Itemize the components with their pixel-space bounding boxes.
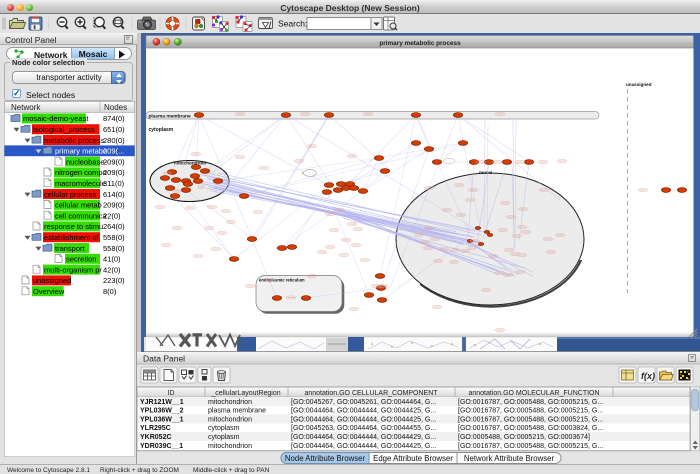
svg-text:Overview: Overview	[33, 287, 65, 296]
svg-text:YPL036W__1: YPL036W__1	[140, 416, 184, 423]
svg-text:[GO:0005488, GO:0005215, GO:00: [GO:0005488, GO:0005215, GO:0003674]	[458, 434, 590, 441]
svg-text:Node Attribute Browser: Node Attribute Browser	[285, 454, 366, 463]
svg-text:223(0): 223(0)	[103, 276, 125, 285]
svg-text:metabolic process: metabolic process	[44, 136, 105, 145]
svg-text:209(...: 209(...	[103, 147, 124, 156]
svg-text:transport: transport	[55, 244, 86, 253]
svg-text:[GO:0044464, GO:0044444, GO:00: [GO:0044464, GO:0044444, GO:0044425, G..…	[291, 443, 436, 450]
svg-text:41(0): 41(0)	[103, 255, 121, 264]
svg-text:[GO:0044464, GO:0044444, GO:00: [GO:0044464, GO:0044444, GO:0044425, G..…	[291, 408, 436, 415]
svg-text:Data Panel: Data Panel	[143, 354, 185, 364]
svg-text:f(x): f(x)	[641, 371, 655, 381]
svg-text:Search:: Search:	[278, 19, 307, 29]
svg-text:209(0): 209(0)	[103, 157, 125, 166]
svg-text:nitrogen compo: nitrogen compo	[55, 168, 107, 177]
svg-text:unassigned: unassigned	[33, 276, 71, 285]
svg-text:primary metabolic process: primary metabolic process	[379, 40, 461, 47]
svg-text:cytoplasm: cytoplasm	[208, 425, 240, 432]
svg-text:874(0): 874(0)	[103, 114, 125, 123]
svg-text:macromolecule: macromolecule	[55, 179, 106, 188]
svg-text:YPL036W__2: YPL036W__2	[140, 408, 184, 415]
svg-text:mitochondrion: mitochondrion	[208, 443, 252, 450]
svg-text:311(0): 311(0)	[103, 179, 125, 188]
svg-text:614(0): 614(0)	[103, 190, 125, 199]
svg-text:mosaic-demo-yeast: mosaic-demo-yeast	[23, 114, 89, 123]
svg-text:cellular metab: cellular metab	[55, 201, 102, 210]
svg-text:multi-organism pr: multi-organism pr	[44, 265, 102, 274]
svg-text:558(0): 558(0)	[103, 233, 125, 242]
svg-text:22(0): 22(0)	[103, 211, 121, 220]
svg-text:558(0): 558(0)	[103, 244, 125, 253]
svg-text:[GO:0016787, GO:0005488, GO:00: [GO:0016787, GO:0005488, GO:0005215, G..…	[458, 443, 603, 450]
svg-text:nucleobase-: nucleobase-	[66, 157, 107, 166]
svg-text:280(0): 280(0)	[103, 136, 125, 145]
svg-text:response to stimu: response to stimu	[44, 222, 103, 231]
svg-text:YKR052C: YKR052C	[140, 434, 172, 441]
svg-text:plasma membrane: plasma membrane	[149, 113, 191, 119]
svg-text:209(0): 209(0)	[103, 168, 125, 177]
svg-text:209(0): 209(0)	[103, 201, 125, 210]
svg-text:mitochondrion: mitochondrion	[174, 161, 206, 166]
svg-text:annotation.GO CELLULAR_COMPONE: annotation.GO CELLULAR_COMPONENT	[304, 390, 438, 397]
svg-text:YDR039C__1: YDR039C__1	[140, 443, 183, 450]
svg-text:mitochondrion: mitochondrion	[208, 416, 252, 423]
svg-text:ID: ID	[168, 390, 175, 397]
svg-text:[GO:0016787, GO:0005488, GO:00: [GO:0016787, GO:0005488, GO:0005215, G..…	[458, 399, 603, 406]
svg-text:cytoplasm: cytoplasm	[149, 127, 174, 133]
svg-text:Nodes: Nodes	[104, 103, 127, 112]
svg-text:secretion: secretion	[66, 255, 96, 264]
svg-text:[GO:0016787, GO:0005488, GO:00: [GO:0016787, GO:0005488, GO:0005215, G..…	[458, 408, 603, 415]
svg-text:YJR121W__1: YJR121W__1	[140, 399, 184, 406]
svg-text:cytoplasm: cytoplasm	[208, 434, 240, 441]
svg-text:Network Attribute Browser: Network Attribute Browser	[464, 454, 555, 463]
svg-text:[GO:0045267, GO:0045261, GO:00: [GO:0045267, GO:0045261, GO:0044464, G..…	[291, 399, 436, 406]
svg-text:8(0): 8(0)	[103, 287, 117, 296]
svg-text:[GO:0044464, GO:0044444, GO:00: [GO:0044464, GO:0044444, GO:0044425, G..…	[291, 416, 436, 423]
svg-text:[GO:0016787, GO:0005488, GO:00: [GO:0016787, GO:0005488, GO:0005215, G..…	[458, 416, 603, 423]
svg-text:651(0): 651(0)	[103, 125, 125, 134]
svg-text:42(0): 42(0)	[103, 265, 121, 274]
svg-text:mitochondrion: mitochondrion	[208, 399, 252, 406]
svg-text:establishment of: establishment of	[44, 233, 100, 242]
svg-text:cellular process: cellular process	[44, 190, 96, 199]
svg-text:unassigned: unassigned	[626, 82, 652, 87]
svg-text:annotation.GO MOLECULAR_FUNCTI: annotation.GO MOLECULAR_FUNCTION	[468, 390, 599, 397]
svg-text:[GO:0016787, GO:0005488, GO:00: [GO:0016787, GO:0005488, GO:0003824, G..…	[458, 425, 603, 432]
svg-text:[GO:0044464, GO:0044444, GO:00: [GO:0044464, GO:0044444, GO:0044429, G..…	[291, 434, 436, 441]
svg-text:cell communica: cell communica	[55, 211, 108, 220]
svg-text:endoplasmic reticulum: endoplasmic reticulum	[259, 278, 305, 283]
svg-text:Network: Network	[11, 103, 41, 112]
svg-text:plasma membrane: plasma membrane	[208, 408, 266, 415]
svg-text:[GO:0045263, GO:0044464, GO:00: [GO:0045263, GO:0044464, GO:0044455, G..…	[291, 425, 436, 432]
svg-text:biological_process: biological_process	[33, 125, 95, 134]
svg-text:_cellularLayoutRegion: _cellularLayoutRegion	[210, 390, 280, 397]
svg-text:264(0): 264(0)	[103, 222, 125, 231]
svg-text:YLR295C: YLR295C	[140, 425, 171, 432]
svg-text:Edge Attribute Browser: Edge Attribute Browser	[373, 454, 453, 463]
svg-text:nuclei: nuclei	[479, 170, 492, 175]
svg-text:primary metabo: primary metabo	[55, 147, 107, 156]
